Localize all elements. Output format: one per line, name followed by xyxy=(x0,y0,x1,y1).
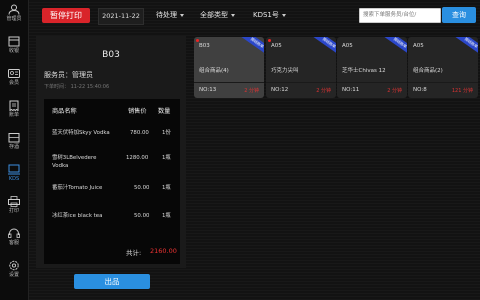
item-name: 番茄汁Tomato Juice xyxy=(52,185,103,191)
order-time: 下单时间： 11-22 15:40:06 xyxy=(44,84,110,90)
order-item: 组合商品(2) xyxy=(413,68,443,74)
headset-icon xyxy=(8,228,20,238)
order-table: A05 xyxy=(271,43,282,49)
sidebar-item-label: KDS xyxy=(8,176,20,182)
order-card[interactable]: 预结账单 A05 芝华士Chivas 12 NO:11 2 分钟 xyxy=(337,37,407,98)
column-header-qty: 数量 xyxy=(158,108,171,115)
sidebar-item-member[interactable]: 会员 xyxy=(0,68,28,87)
sidebar-item-service[interactable]: 客服 xyxy=(0,228,28,247)
sidebar-item-cashier[interactable]: 收银 xyxy=(0,36,28,55)
sidebar-item-bill[interactable]: 账单 xyxy=(0,100,28,119)
order-number: NO:13 xyxy=(199,87,217,93)
order-elapsed: 121 分钟 xyxy=(451,88,473,94)
date-picker[interactable]: 2021-11-22 xyxy=(98,8,144,25)
prebill-ribbon: 预结账单 xyxy=(312,37,336,57)
toolbar: 暂停打印 2021-11-22 待处理 全部类型 KDS1号 查询 xyxy=(28,0,480,32)
order-card[interactable]: 预结账单 B03 组合商品(4) NO:13 2 分钟 xyxy=(194,37,264,98)
order-table: A05 xyxy=(413,43,424,49)
sidebar-item-label: 设置 xyxy=(8,272,19,278)
item-qty: 1瓶 xyxy=(162,155,171,161)
sidebar: 管理员 收银 会员 账单 存酒 KDS 打印 客服 设置 xyxy=(0,0,29,300)
sidebar-item-kds[interactable]: KDS xyxy=(0,164,28,183)
order-table: B03 xyxy=(199,43,210,49)
item-name: 冰红茶ice black tea xyxy=(52,213,103,219)
sidebar-item-print[interactable]: 打印 xyxy=(0,196,28,215)
serve-button[interactable]: 出品 xyxy=(74,274,150,289)
sidebar-item-admin[interactable]: 管理员 xyxy=(0,4,28,23)
item-price: 50.00 xyxy=(134,185,150,191)
sidebar-item-wine-storage[interactable]: 存酒 xyxy=(0,132,28,151)
waiter-name: 管理员 xyxy=(72,71,93,79)
column-header-name: 商品名称 xyxy=(52,108,77,115)
order-card[interactable]: 预结账单 A05 组合商品(2) NO:8 121 分钟 xyxy=(408,37,478,98)
total-label: 共计: xyxy=(126,249,142,257)
divider xyxy=(337,82,407,83)
order-item: 巧克力尖叫 xyxy=(271,68,299,74)
item-name: 蓝天伏特加Skyy Vodka xyxy=(52,130,110,136)
item-name: 雪树3LBelvedere xyxy=(52,155,97,161)
total-value: 2160.00 xyxy=(150,247,177,255)
order-item: 组合商品(4) xyxy=(199,68,229,74)
prebill-ribbon: 预结账单 xyxy=(240,37,264,57)
member-icon xyxy=(8,69,20,78)
chevron-down-icon xyxy=(231,13,235,17)
wine-storage-icon xyxy=(8,133,20,143)
user-icon xyxy=(8,4,20,15)
order-table: A05 xyxy=(342,43,353,49)
status-filter-value: 待处理 xyxy=(156,11,177,19)
sidebar-item-label: 会员 xyxy=(8,80,19,86)
sidebar-item-label: 账单 xyxy=(8,112,19,118)
order-card[interactable]: 预结账单 A05 巧克力尖叫 NO:12 2 分钟 xyxy=(266,37,336,98)
chevron-down-icon xyxy=(180,13,184,17)
search-button[interactable]: 查询 xyxy=(442,7,476,23)
chevron-down-icon xyxy=(281,13,286,17)
prebill-ribbon: 预结账单 xyxy=(454,37,478,57)
sidebar-item-label: 收银 xyxy=(8,48,19,54)
kds-filter-value: KDS1号 xyxy=(253,11,279,19)
table-number: B03 xyxy=(102,50,120,60)
order-number: NO:12 xyxy=(271,87,289,93)
item-name-line2: Vodka xyxy=(52,163,69,169)
waiter-info: 服务员：管理员 xyxy=(44,70,93,80)
item-qty: 1份 xyxy=(162,130,171,136)
sidebar-item-label: 客服 xyxy=(8,240,19,246)
item-qty: 1瓶 xyxy=(162,185,171,191)
order-number: NO:8 xyxy=(413,87,427,93)
order-elapsed: 2 分钟 xyxy=(316,88,331,94)
kds-filter-dropdown[interactable]: KDS1号 xyxy=(253,8,286,23)
sidebar-item-label: 打印 xyxy=(8,208,19,214)
bill-icon xyxy=(9,100,19,111)
order-elapsed: 2 分钟 xyxy=(387,88,402,94)
status-filter-dropdown[interactable]: 待处理 xyxy=(156,8,184,23)
order-detail-panel: B03 服务员：管理员 下单时间： 11-22 15:40:06 商品名称 销售… xyxy=(36,36,186,268)
alert-dot xyxy=(268,39,271,42)
settings-icon xyxy=(9,260,19,271)
item-price: 1280.00 xyxy=(126,155,149,161)
prebill-ribbon: 预结账单 xyxy=(383,37,407,57)
divider xyxy=(194,82,264,83)
order-number: NO:11 xyxy=(342,87,360,93)
cashier-icon xyxy=(8,36,20,47)
order-items-table: 商品名称 销售价 数量 蓝天伏特加Skyy Vodka 780.00 1份 雪树… xyxy=(44,99,180,264)
waiter-label: 服务员： xyxy=(44,71,72,79)
monitor-icon xyxy=(8,164,20,175)
sidebar-item-label: 存酒 xyxy=(8,144,19,150)
divider xyxy=(266,82,336,83)
search-input[interactable] xyxy=(359,8,441,23)
item-qty: 1瓶 xyxy=(162,213,171,219)
sidebar-item-label: 管理员 xyxy=(6,16,22,22)
alert-dot xyxy=(196,39,199,42)
divider xyxy=(408,82,478,83)
pause-print-button[interactable]: 暂停打印 xyxy=(42,8,90,23)
printer-icon xyxy=(8,196,20,207)
item-price: 50.00 xyxy=(134,213,150,219)
order-elapsed: 2 分钟 xyxy=(244,88,259,94)
type-filter-dropdown[interactable]: 全部类型 xyxy=(200,8,235,23)
item-price: 780.00 xyxy=(130,130,149,136)
type-filter-value: 全部类型 xyxy=(200,11,228,19)
order-item: 芝华士Chivas 12 xyxy=(342,68,386,74)
column-header-price: 销售价 xyxy=(128,108,147,115)
sidebar-item-settings[interactable]: 设置 xyxy=(0,260,28,279)
